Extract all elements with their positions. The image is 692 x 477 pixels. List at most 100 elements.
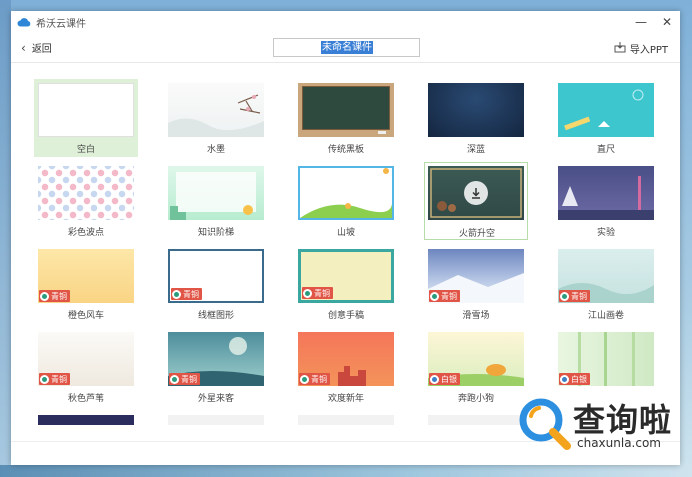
template-card[interactable]: 白银 奔跑小狗 <box>424 328 528 406</box>
back-label: 返回 <box>31 44 52 55</box>
template-thumbnail-partial <box>428 415 524 425</box>
template-grid: 空白 水墨 传统黑板 深蓝 直尺 彩色波点 知识阶梯 山坡 火箭升空 实验 青铜… <box>11 64 680 441</box>
download-icon[interactable] <box>464 181 488 205</box>
medal-icon <box>40 374 49 384</box>
template-label: 深蓝 <box>466 145 485 155</box>
import-ppt-button[interactable]: 导入PPT <box>614 41 668 56</box>
template-label: 江山画卷 <box>587 311 624 321</box>
template-label: 知识阶梯 <box>197 228 234 238</box>
template-thumbnail-blank <box>38 83 134 137</box>
template-label: 滑雪场 <box>462 311 490 321</box>
template-card[interactable]: 青铜 线框图形 <box>164 245 268 323</box>
medal-icon <box>430 291 439 301</box>
window-controls: — ✕ <box>628 11 680 33</box>
template-thumbnail-experiment <box>558 166 654 220</box>
template-card[interactable]: 青铜 秋色芦苇 <box>34 328 138 406</box>
template-card[interactable]: 空白 <box>34 79 138 157</box>
template-label: 线框图形 <box>197 311 234 321</box>
template-thumbnail-running-puppy: 白银 <box>428 332 524 386</box>
template-thumbnail-bamboo: 白银 <box>558 332 654 386</box>
template-card[interactable]: 青铜 创意手稿 <box>294 245 398 323</box>
medal-icon <box>560 291 569 301</box>
template-card[interactable]: 实验 <box>554 162 658 240</box>
window-title: 希沃云课件 <box>36 18 86 30</box>
import-label: 导入PPT <box>629 45 668 56</box>
template-card[interactable]: 青铜 橙色风车 <box>34 245 138 323</box>
bronze-badge: 青铜 <box>169 373 200 385</box>
template-thumbnail-wireframe-shapes: 青铜 <box>168 249 264 303</box>
template-card[interactable]: 彩色波点 <box>34 162 138 240</box>
medal-icon <box>172 289 181 299</box>
template-label: 外星来客 <box>197 394 234 404</box>
template-card[interactable]: 水墨 <box>164 79 268 157</box>
bronze-badge: 青铜 <box>171 288 202 300</box>
close-button[interactable]: ✕ <box>654 11 680 33</box>
template-thumbnail-polka-dots <box>38 166 134 220</box>
bronze-badge: 青铜 <box>302 287 333 299</box>
template-thumbnail-ruler <box>558 83 654 137</box>
template-card[interactable]: 深蓝 <box>424 79 528 157</box>
back-button[interactable]: ‹ 返回 <box>21 40 52 56</box>
medal-icon <box>303 288 312 298</box>
template-card[interactable]: 青铜 江山画卷 <box>554 245 658 323</box>
template-label: 秋色芦苇 <box>67 394 104 404</box>
template-label: 空白 <box>76 145 95 155</box>
template-thumbnail-landscape-scroll: 青铜 <box>558 249 654 303</box>
template-label: 彩色波点 <box>67 228 104 238</box>
bronze-badge: 青铜 <box>39 290 70 302</box>
template-label: 火箭升空 <box>458 229 495 239</box>
desktop-background-left <box>0 0 11 477</box>
bronze-badge: 青铜 <box>429 290 460 302</box>
title-bar: 希沃云课件 — ✕ <box>11 11 680 33</box>
medal-icon <box>170 374 179 384</box>
watermark: 查询啦 chaxunla.com <box>515 390 685 460</box>
search-logo-icon <box>519 398 571 450</box>
template-thumbnail-deep-blue <box>428 83 524 137</box>
template-thumbnail-autumn-reeds: 青铜 <box>38 332 134 386</box>
template-card[interactable]: 青铜 滑雪场 <box>424 245 528 323</box>
template-label: 欢度新年 <box>327 394 364 404</box>
template-label: 实验 <box>596 228 615 238</box>
medal-icon <box>560 374 569 384</box>
template-label: 传统黑板 <box>327 145 364 155</box>
medal-icon <box>40 291 49 301</box>
watermark-url: chaxunla.com <box>577 436 661 450</box>
desktop-background-bottom <box>0 465 692 477</box>
template-thumbnail-alien-visitor: 青铜 <box>168 332 264 386</box>
template-thumbnail-partial <box>168 415 264 425</box>
template-label: 直尺 <box>596 145 615 155</box>
template-thumbnail-new-year: 青铜 <box>298 332 394 386</box>
silver-badge: 白银 <box>429 373 460 385</box>
template-label: 山坡 <box>336 228 355 238</box>
template-label: 橙色风车 <box>67 311 104 321</box>
toolbar: ‹ 返回 未命名课件 导入PPT <box>11 33 680 63</box>
bronze-badge: 青铜 <box>559 290 590 302</box>
template-card[interactable]: 青铜 外星来客 <box>164 328 268 406</box>
bronze-badge: 青铜 <box>39 373 70 385</box>
template-thumbnail-hillside <box>298 166 394 220</box>
template-label: 水墨 <box>206 145 225 155</box>
template-card[interactable]: 知识阶梯 <box>164 162 268 240</box>
minimize-button[interactable]: — <box>628 11 654 33</box>
bronze-badge: 青铜 <box>299 373 330 385</box>
template-thumbnail-orange-windmill: 青铜 <box>38 249 134 303</box>
silver-badge: 白银 <box>559 373 590 385</box>
template-card[interactable]: 山坡 <box>294 162 398 240</box>
chevron-left-icon: ‹ <box>21 40 26 55</box>
cloud-icon <box>17 15 31 29</box>
template-label: 创意手稿 <box>327 311 364 321</box>
template-thumbnail-creative-sketch: 青铜 <box>298 249 394 303</box>
import-icon <box>614 41 626 56</box>
template-card[interactable]: 青铜 欢度新年 <box>294 328 398 406</box>
template-thumbnail-blackboard <box>298 83 394 137</box>
medal-icon <box>430 374 439 384</box>
template-card[interactable]: 火箭升空 <box>424 162 528 240</box>
template-card[interactable]: 传统黑板 <box>294 79 398 157</box>
template-card[interactable]: 直尺 <box>554 79 658 157</box>
template-thumbnail-ski-resort: 青铜 <box>428 249 524 303</box>
watermark-text: 查询啦 <box>573 401 673 439</box>
courseware-name-text: 未命名课件 <box>321 41 373 54</box>
template-label: 奔跑小狗 <box>457 394 494 404</box>
template-thumbnail-knowledge-ladder <box>168 166 264 220</box>
template-thumbnail-rocket-launch <box>428 166 524 220</box>
